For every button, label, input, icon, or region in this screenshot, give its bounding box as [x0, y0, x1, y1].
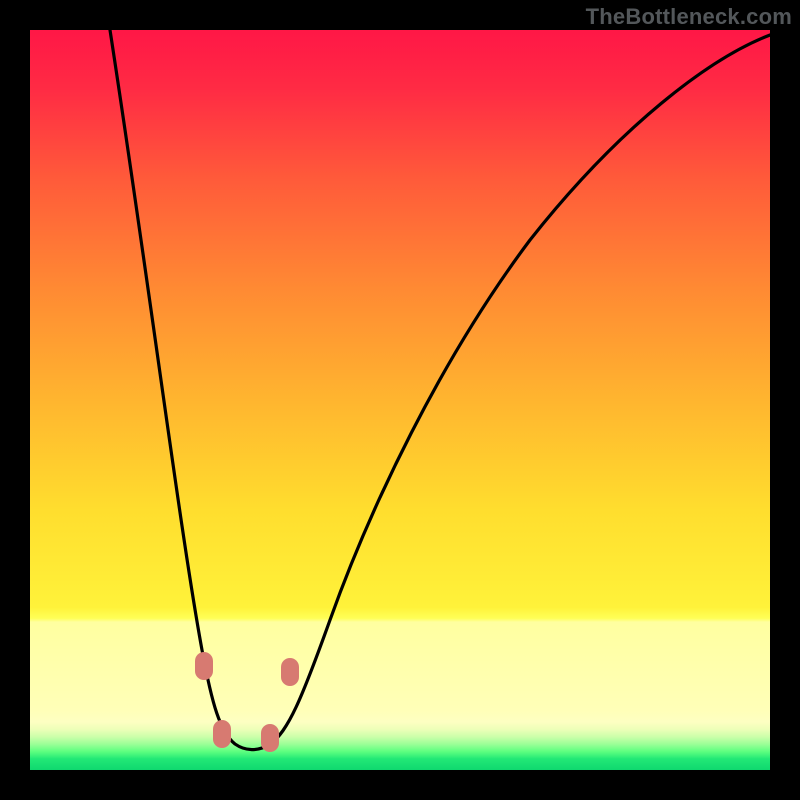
chart-frame: TheBottleneck.com: [0, 0, 800, 800]
bottleneck-curve: [30, 30, 770, 770]
curve-path: [110, 30, 770, 750]
watermark: TheBottleneck.com: [586, 4, 792, 30]
marker-left-upper: [195, 652, 213, 680]
marker-left-lower: [213, 720, 231, 748]
marker-right-upper: [281, 658, 299, 686]
marker-right-lower: [261, 724, 279, 752]
plot-area: [30, 30, 770, 770]
